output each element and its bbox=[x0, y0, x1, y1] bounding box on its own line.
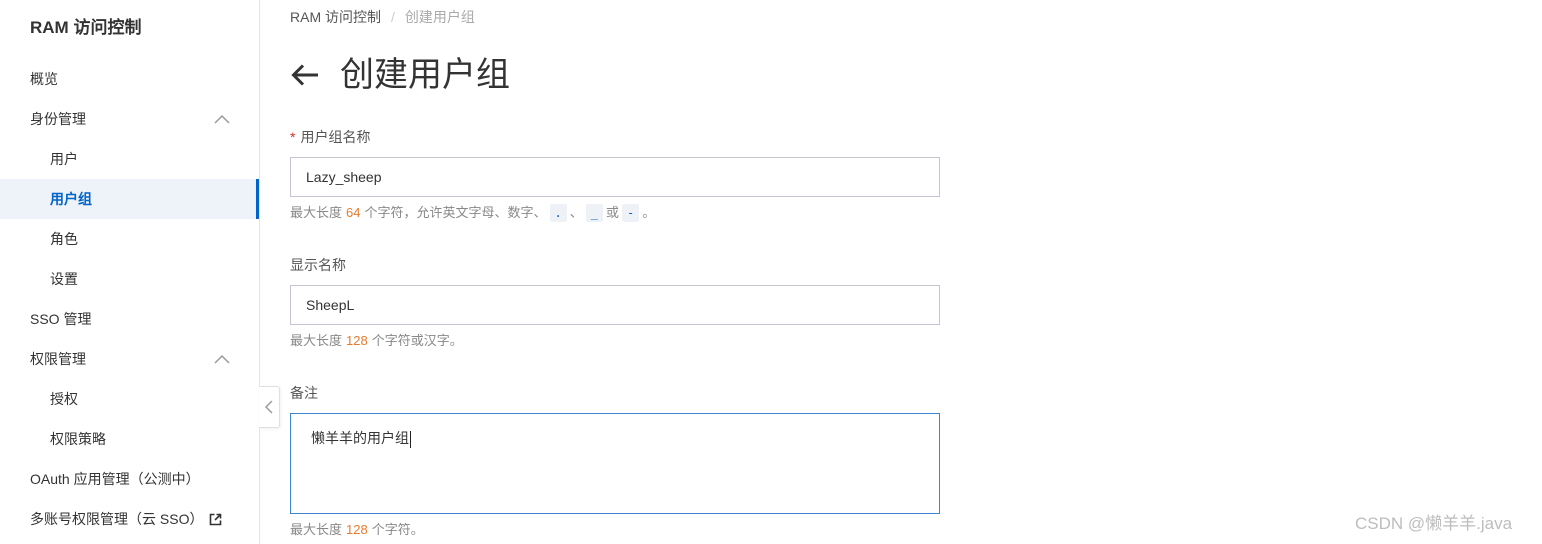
help-limit: 128 bbox=[346, 522, 368, 537]
sidebar-item-label: 身份管理 bbox=[30, 111, 86, 127]
sidebar-item-settings[interactable]: 设置 bbox=[0, 259, 259, 299]
text-cursor bbox=[410, 430, 411, 448]
display-name-input[interactable] bbox=[290, 285, 940, 325]
sidebar-item-label: 概览 bbox=[30, 71, 58, 87]
help-prefix: 最大长度 bbox=[290, 522, 343, 537]
sidebar-title: RAM 访问控制 bbox=[30, 18, 142, 37]
group-name-label-text: 用户组名称 bbox=[300, 129, 371, 145]
sidebar-item-overview[interactable]: 概览 bbox=[0, 59, 259, 99]
sidebar-item-users[interactable]: 用户 bbox=[0, 139, 259, 179]
sidebar-group-identity[interactable]: 身份管理 bbox=[0, 99, 259, 139]
remark-label: 备注 bbox=[290, 385, 318, 401]
sidebar-item-sso[interactable]: SSO 管理 bbox=[0, 299, 259, 339]
sidebar-item-oauth[interactable]: OAuth 应用管理（公测中） bbox=[0, 459, 259, 499]
help-limit: 64 bbox=[346, 205, 361, 220]
help-suffix: 个字符。 bbox=[371, 522, 424, 537]
help-prefix: 最大长度 bbox=[290, 205, 343, 220]
display-name-label: 显示名称 bbox=[290, 257, 346, 273]
breadcrumb-link-ram[interactable]: RAM 访问控制 bbox=[290, 8, 381, 26]
sidebar-item-label: OAuth 应用管理（公测中） bbox=[30, 471, 200, 487]
sidebar-item-user-groups[interactable]: 用户组 bbox=[0, 179, 259, 219]
group-name-help: 最大长度 64 个字符，允许英文字母、数字、 . 、 _ 或 - 。 bbox=[290, 204, 655, 222]
sidebar: RAM 访问控制 概览 身份管理 用户 用户组 角色 设置 SSO 管理 权限管… bbox=[0, 0, 260, 544]
sidebar-item-label: SSO 管理 bbox=[30, 311, 92, 327]
sidebar-item-label: 权限管理 bbox=[30, 351, 86, 367]
chevron-up-icon bbox=[214, 354, 230, 364]
help-end: 。 bbox=[642, 205, 656, 220]
sidebar-item-roles[interactable]: 角色 bbox=[0, 219, 259, 259]
required-mark: * bbox=[290, 129, 296, 145]
help-prefix: 最大长度 bbox=[290, 333, 343, 348]
sidebar-group-permissions[interactable]: 权限管理 bbox=[0, 339, 259, 379]
allowed-char-dash: - bbox=[622, 204, 640, 222]
sidebar-item-label: 权限策略 bbox=[50, 431, 106, 447]
display-name-help: 最大长度 128 个字符或汉字。 bbox=[290, 332, 463, 350]
sidebar-item-cloud-sso[interactable]: 多账号权限管理（云 SSO） bbox=[0, 499, 259, 539]
sidebar-item-policies[interactable]: 权限策略 bbox=[0, 419, 259, 459]
sidebar-menu: 概览 身份管理 用户 用户组 角色 设置 SSO 管理 权限管理 授权 权限策略… bbox=[0, 59, 259, 539]
help-suffix: 个字符或汉字。 bbox=[371, 333, 463, 348]
group-name-label: * 用户组名称 bbox=[290, 128, 370, 146]
help-separator: 、 bbox=[569, 205, 583, 220]
sidebar-item-label: 授权 bbox=[50, 391, 78, 407]
chevron-left-icon bbox=[265, 400, 273, 414]
help-limit: 128 bbox=[346, 333, 368, 348]
help-or: 或 bbox=[605, 205, 619, 220]
allowed-char-underscore: _ bbox=[585, 204, 603, 222]
sidebar-collapse-button[interactable] bbox=[259, 386, 280, 428]
breadcrumb: RAM 访问控制 / 创建用户组 bbox=[290, 8, 475, 26]
breadcrumb-current: 创建用户组 bbox=[404, 9, 475, 25]
arrow-left-icon[interactable] bbox=[290, 62, 320, 88]
page-header: 创建用户组 bbox=[290, 52, 510, 98]
sidebar-item-label: 用户组 bbox=[50, 191, 92, 207]
allowed-char-dot: . bbox=[549, 204, 567, 222]
sidebar-item-label: 设置 bbox=[50, 271, 78, 287]
page-title: 创建用户组 bbox=[340, 56, 510, 94]
external-link-icon bbox=[209, 513, 222, 526]
remark-textarea[interactable]: 懒羊羊的用户组 bbox=[290, 413, 940, 514]
help-suffix: 个字符，允许英文字母、数字、 bbox=[364, 205, 547, 220]
remark-text: 懒羊羊的用户组 bbox=[311, 430, 409, 446]
breadcrumb-separator: / bbox=[391, 9, 395, 25]
group-name-input[interactable] bbox=[290, 157, 940, 197]
sidebar-item-grants[interactable]: 授权 bbox=[0, 379, 259, 419]
remark-help: 最大长度 128 个字符。 bbox=[290, 521, 424, 539]
sidebar-item-label: 多账号权限管理（云 SSO） bbox=[30, 511, 204, 527]
watermark: CSDN @懒羊羊.java bbox=[1355, 514, 1513, 533]
sidebar-item-label: 角色 bbox=[50, 231, 78, 247]
sidebar-item-label: 用户 bbox=[50, 151, 78, 167]
chevron-up-icon bbox=[214, 114, 230, 124]
